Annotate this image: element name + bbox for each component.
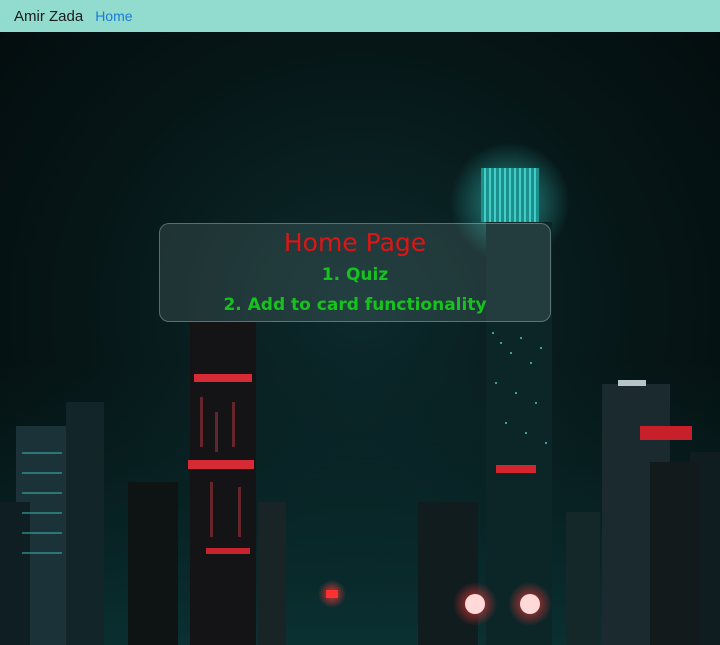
- hero-background: Home Page 1. Quiz 2. Add to card functio…: [0, 32, 720, 645]
- page-title: Home Page: [283, 228, 427, 257]
- nav-link-home[interactable]: Home: [95, 8, 132, 24]
- brand-name[interactable]: Amir Zada: [14, 8, 83, 25]
- intro-card: Home Page 1. Quiz 2. Add to card functio…: [159, 223, 551, 322]
- list-item-add-to-card[interactable]: 2. Add to card functionality: [160, 290, 550, 320]
- list-item-quiz[interactable]: 1. Quiz: [160, 260, 550, 290]
- city-skyline-image: [0, 142, 720, 645]
- navbar: Amir Zada Home: [0, 0, 720, 32]
